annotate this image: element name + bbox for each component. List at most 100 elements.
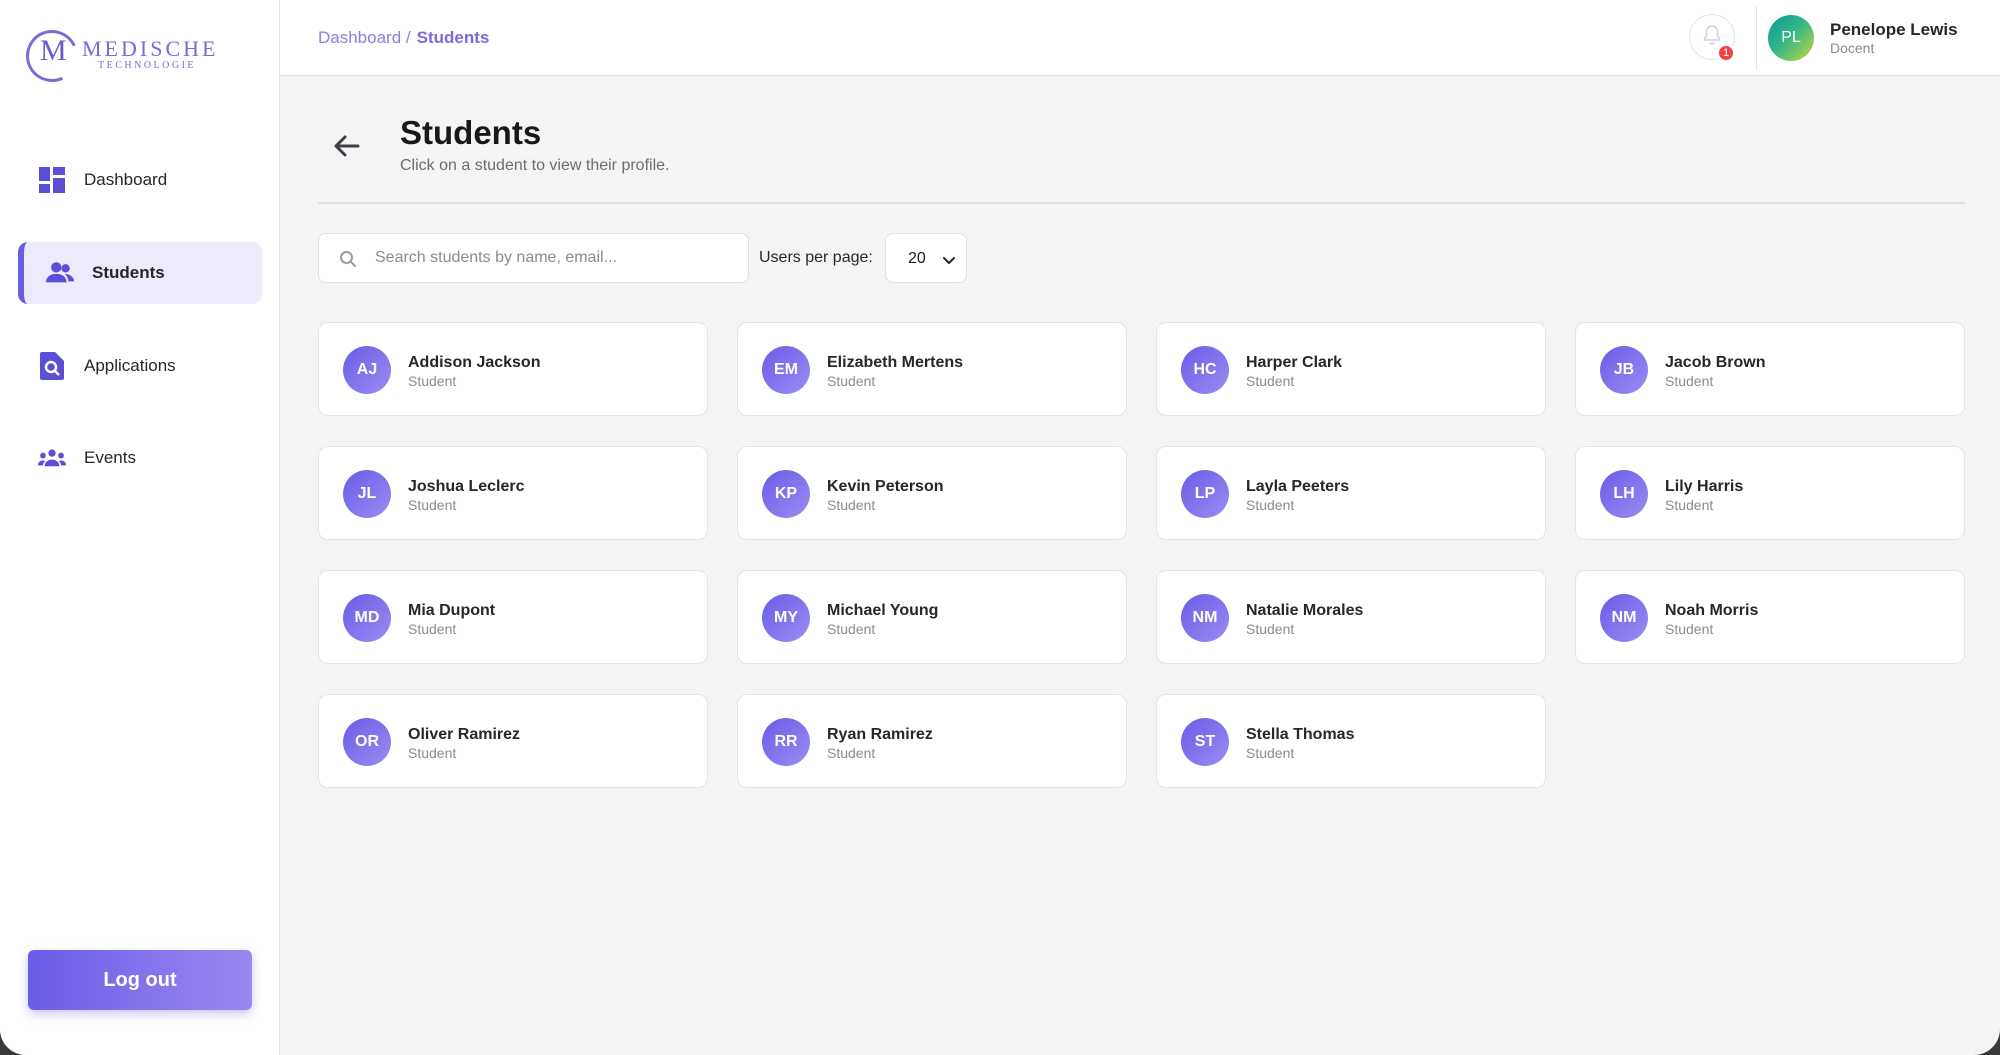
student-avatar: RR: [762, 718, 810, 766]
student-avatar: OR: [343, 718, 391, 766]
logo-name: MEDISCHE: [82, 36, 219, 61]
sidebar-item-applications[interactable]: Applications: [18, 335, 262, 397]
page-subtitle: Click on a student to view their profile…: [400, 157, 670, 174]
student-card[interactable]: EM Elizabeth Mertens Student: [737, 322, 1127, 416]
student-role: Student: [827, 373, 876, 389]
back-arrow-icon[interactable]: [328, 128, 364, 164]
student-role: Student: [827, 745, 876, 761]
student-name: Jacob Brown: [1665, 354, 1766, 371]
sidebar-item-label: Events: [84, 448, 136, 467]
student-role: Student: [408, 373, 457, 389]
divider: [1756, 6, 1757, 70]
logout-button[interactable]: Log out: [28, 950, 252, 1010]
topbar: Dashboard / Students 1 PL Penelope Lewis …: [280, 0, 2000, 76]
notification-count-badge: 1: [1717, 44, 1735, 62]
student-name: Elizabeth Mertens: [827, 354, 964, 371]
user-role: Docent: [1830, 40, 1875, 56]
search-box[interactable]: [318, 233, 749, 283]
search-icon: [339, 250, 357, 268]
sidebar-item-label: Students: [92, 263, 165, 282]
student-role: Student: [1665, 373, 1714, 389]
chevron-down-icon: [942, 253, 956, 264]
dashboard-icon: [38, 166, 66, 194]
logo-subtitle: TECHNOLOGIE: [98, 60, 197, 71]
student-avatar: NM: [1181, 594, 1229, 642]
bell-icon: [1703, 24, 1721, 50]
student-name: Layla Peeters: [1246, 478, 1350, 495]
student-avatar: AJ: [343, 346, 391, 394]
divider: [318, 202, 1965, 204]
student-card[interactable]: HC Harper Clark Student: [1156, 322, 1546, 416]
student-role: Student: [827, 497, 876, 513]
student-role: Student: [1246, 497, 1295, 513]
student-name: Stella Thomas: [1246, 726, 1355, 743]
student-avatar: NM: [1600, 594, 1648, 642]
document-search-icon: [38, 352, 66, 380]
sidebar-item-label: Dashboard: [84, 170, 168, 189]
sidebar-item-events[interactable]: Events: [18, 427, 262, 489]
student-card[interactable]: JB Jacob Brown Student: [1575, 322, 1965, 416]
student-avatar: MD: [343, 594, 391, 642]
sidebar-item-label: Applications: [84, 356, 176, 375]
breadcrumb-current: Students: [416, 28, 490, 47]
user-name[interactable]: Penelope Lewis: [1830, 20, 1958, 40]
student-name: Joshua Leclerc: [408, 478, 525, 495]
student-name: Noah Morris: [1665, 602, 1759, 619]
student-role: Student: [1665, 621, 1714, 637]
student-role: Student: [408, 621, 457, 637]
student-role: Student: [1246, 621, 1295, 637]
logo-mark: M: [40, 34, 67, 67]
breadcrumb: Dashboard / Students: [318, 28, 489, 48]
users-icon: [46, 259, 74, 287]
student-name: Addison Jackson: [408, 354, 541, 371]
student-avatar: KP: [762, 470, 810, 518]
student-role: Student: [408, 497, 457, 513]
student-name: Mia Dupont: [408, 602, 496, 619]
users-per-page-label: Users per page:: [759, 249, 873, 266]
student-avatar: LH: [1600, 470, 1648, 518]
student-avatar: JB: [1600, 346, 1648, 394]
student-card[interactable]: KP Kevin Peterson Student: [737, 446, 1127, 540]
student-card[interactable]: NM Noah Morris Student: [1575, 570, 1965, 664]
page-title: Students: [400, 114, 542, 151]
student-card[interactable]: JL Joshua Leclerc Student: [318, 446, 708, 540]
search-input[interactable]: [375, 234, 735, 282]
users-per-page-value: 20: [908, 250, 926, 267]
group-icon: [38, 444, 66, 472]
sidebar-item-students[interactable]: Students: [18, 242, 262, 304]
student-card[interactable]: MY Michael Young Student: [737, 570, 1127, 664]
app-window: M MEDISCHE TECHNOLOGIE Dashboard Student…: [0, 0, 2000, 1055]
breadcrumb-root[interactable]: Dashboard /: [318, 28, 411, 47]
student-role: Student: [1665, 497, 1714, 513]
student-role: Student: [1246, 745, 1295, 761]
sidebar: M MEDISCHE TECHNOLOGIE Dashboard Student…: [0, 0, 280, 1055]
student-name: Kevin Peterson: [827, 478, 944, 495]
student-card[interactable]: MD Mia Dupont Student: [318, 570, 708, 664]
student-name: Ryan Ramirez: [827, 726, 933, 743]
student-card[interactable]: LP Layla Peeters Student: [1156, 446, 1546, 540]
student-name: Oliver Ramirez: [408, 726, 521, 743]
student-avatar: MY: [762, 594, 810, 642]
student-name: Natalie Morales: [1246, 602, 1364, 619]
brand-logo[interactable]: M MEDISCHE TECHNOLOGIE: [18, 22, 215, 90]
student-name: Michael Young: [827, 602, 939, 619]
student-role: Student: [1246, 373, 1295, 389]
student-avatar: EM: [762, 346, 810, 394]
student-role: Student: [408, 745, 457, 761]
student-card[interactable]: NM Natalie Morales Student: [1156, 570, 1546, 664]
student-role: Student: [827, 621, 876, 637]
student-card[interactable]: AJ Addison Jackson Student: [318, 322, 708, 416]
student-avatar: ST: [1181, 718, 1229, 766]
user-avatar[interactable]: PL: [1768, 15, 1814, 61]
student-avatar: LP: [1181, 470, 1229, 518]
sidebar-item-dashboard[interactable]: Dashboard: [18, 149, 262, 211]
student-name: Harper Clark: [1246, 354, 1343, 371]
users-per-page-select[interactable]: 20: [885, 233, 967, 283]
student-avatar: JL: [343, 470, 391, 518]
student-card[interactable]: RR Ryan Ramirez Student: [737, 694, 1127, 788]
student-card[interactable]: OR Oliver Ramirez Student: [318, 694, 708, 788]
student-card[interactable]: ST Stella Thomas Student: [1156, 694, 1546, 788]
student-card[interactable]: LH Lily Harris Student: [1575, 446, 1965, 540]
student-name: Lily Harris: [1665, 478, 1744, 495]
student-avatar: HC: [1181, 346, 1229, 394]
